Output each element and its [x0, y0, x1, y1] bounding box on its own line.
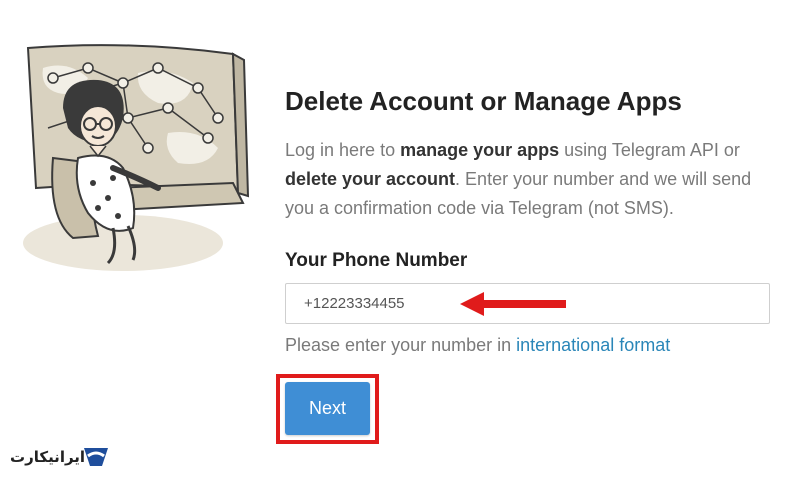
page-description: Log in here to manage your apps using Te…: [285, 136, 775, 223]
description-emphasis-delete: delete your account: [285, 169, 456, 189]
next-button[interactable]: Next: [285, 382, 370, 435]
page-title: Delete Account or Manage Apps: [285, 86, 682, 116]
international-format-link[interactable]: international format: [516, 335, 670, 355]
description-text: Log in here to: [285, 140, 401, 160]
watermark-logo: ایرانیکارت: [10, 444, 110, 470]
hint-text: Please enter your number in: [285, 335, 517, 355]
phone-number-label: Your Phone Number: [285, 250, 468, 271]
description-text: using Telegram API or: [559, 140, 740, 160]
watermark-text: ایرانیکارت: [10, 448, 86, 466]
description-emphasis-manage: manage your apps: [400, 140, 560, 160]
telegram-illustration: [23, 44, 250, 271]
phone-format-hint: Please enter your number in internationa…: [285, 335, 670, 356]
annotation-arrow-icon: [460, 292, 566, 316]
logo-mark-icon: [84, 448, 108, 466]
